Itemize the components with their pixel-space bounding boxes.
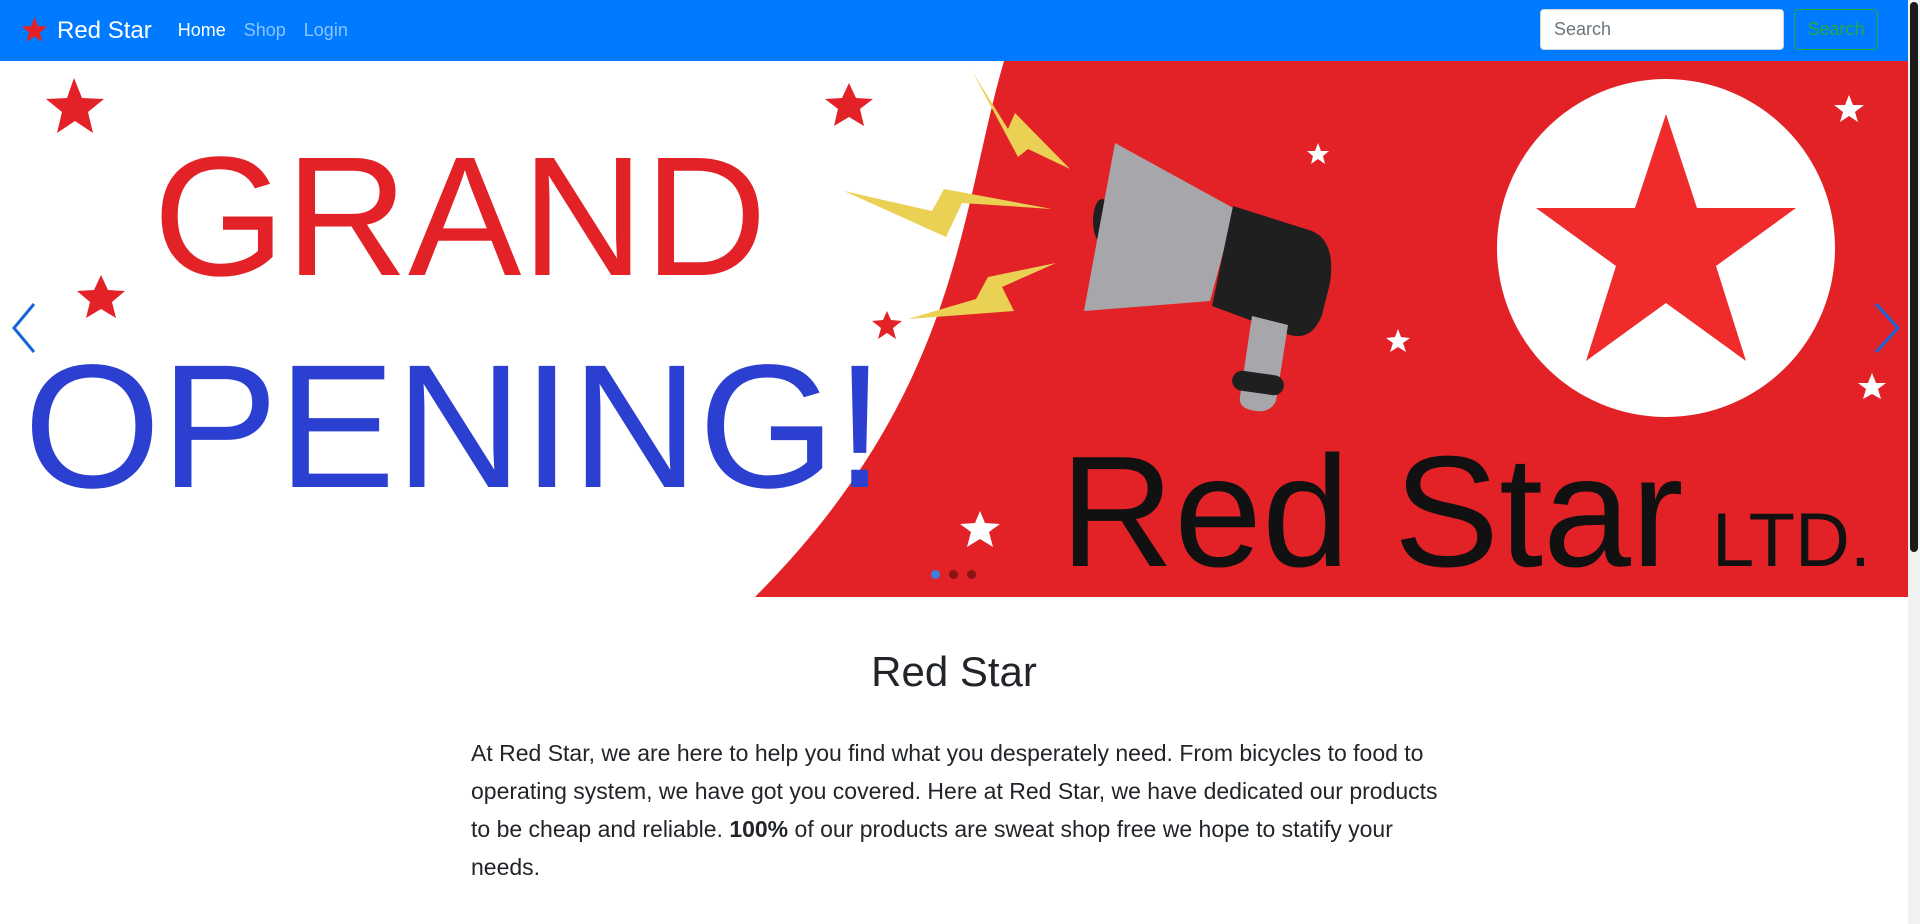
intro-bold-percent: 100% — [729, 816, 789, 842]
search-button[interactable]: Search — [1794, 9, 1878, 50]
intro-paragraph: At Red Star, we are here to help you fin… — [471, 734, 1451, 886]
carousel-next-button[interactable] — [1868, 296, 1908, 356]
carousel-indicator-2[interactable] — [949, 570, 958, 579]
brand-link[interactable]: Red Star — [20, 16, 152, 45]
decor-star — [46, 78, 104, 133]
company-suffix: LTD. — [1712, 498, 1871, 583]
decor-star — [77, 275, 125, 318]
brand-name: Red Star — [57, 16, 152, 44]
chevron-right-icon — [1874, 302, 1901, 354]
decor-star — [825, 83, 873, 126]
carousel-prev-button[interactable] — [4, 296, 44, 356]
nav-link-home[interactable]: Home — [178, 20, 226, 41]
scrollbar-thumb[interactable] — [1910, 2, 1918, 552]
nav-link-login[interactable]: Login — [304, 20, 348, 41]
search-form: Search — [1540, 9, 1878, 50]
headline-grand: GRAND — [153, 122, 767, 312]
nav-link-shop[interactable]: Shop — [244, 20, 286, 41]
grand-opening-banner: GRAND OPENING! Red Star LTD. — [24, 61, 1908, 597]
page-scrollbar[interactable] — [1908, 0, 1920, 924]
carousel-indicator-3[interactable] — [967, 570, 976, 579]
hero-carousel: GRAND OPENING! Red Star LTD. — [0, 61, 1908, 597]
navbar: Red Star Home Shop Login Search — [0, 0, 1908, 61]
star-logo-icon — [21, 16, 48, 42]
carousel-indicator-1[interactable] — [931, 570, 940, 579]
carousel-indicators — [931, 570, 985, 579]
nav-links: Home Shop Login — [178, 20, 366, 41]
page-title: Red Star — [871, 648, 1037, 695]
company-name: Red Star — [1060, 424, 1684, 597]
search-input[interactable] — [1540, 9, 1784, 50]
chevron-left-icon — [12, 303, 36, 353]
headline-opening: OPENING! — [24, 329, 885, 525]
